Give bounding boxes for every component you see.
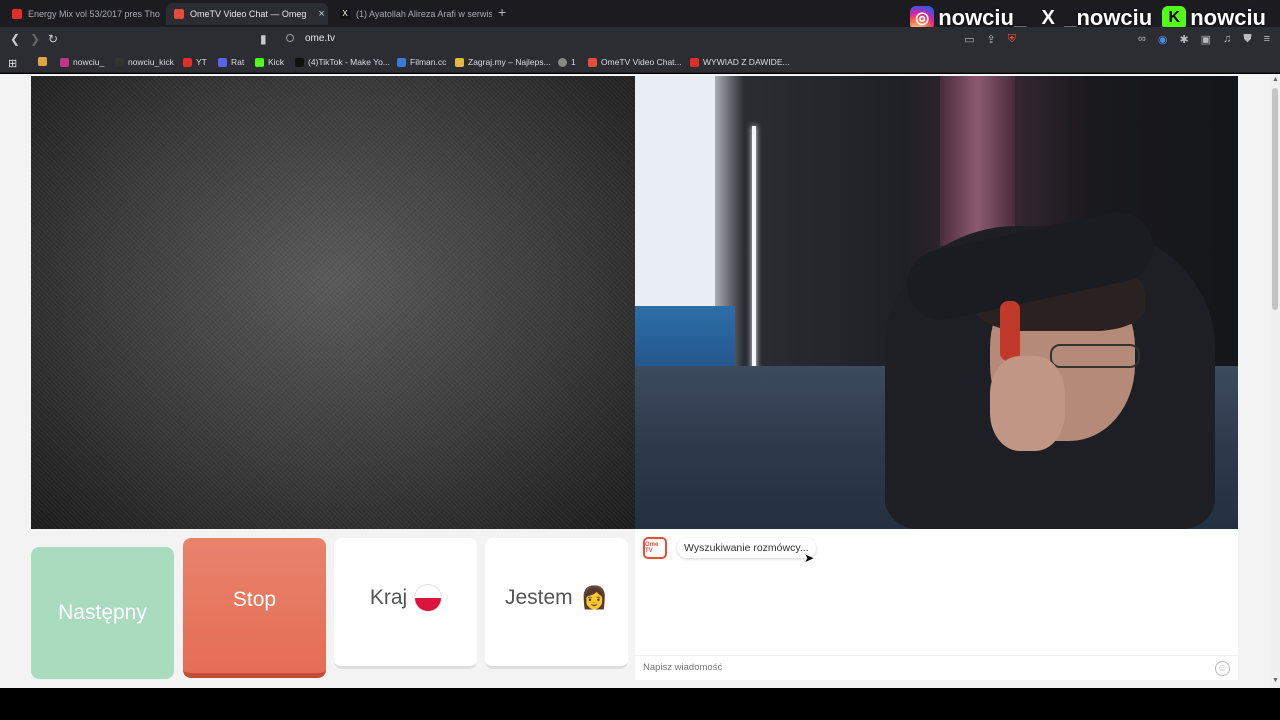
toolbar-icons: ▭ ⇪ ⛨ ∞ ◉ ✱ ▣ ♫ ⛊ ≡ [964,33,1270,46]
person-hand [990,356,1065,451]
bookmark-item[interactable]: (4)TikTok - Make Yo... [295,57,390,67]
bookmark-label: nowciu_kick [128,57,174,67]
next-label: Następny [58,601,147,624]
brave-shield-icon[interactable]: ⛨ [1008,33,1016,46]
filman-icon [397,57,406,67]
bookmark-item[interactable]: OmeTV Video Chat... [588,57,682,67]
glasses [1050,344,1140,368]
ometv-icon [588,57,597,67]
share-icon[interactable]: ⇪ [987,33,996,46]
scroll-up-icon[interactable]: ▲ [1272,76,1279,83]
country-button[interactable]: Kraj [334,538,477,669]
bookmark-item[interactable]: YT [183,57,207,67]
instagram-icon [60,57,69,67]
gender-label: Jestem [504,586,573,609]
scroll-thumb[interactable] [1272,88,1278,310]
status-message: Wyszukiwanie rozmówcy... [677,538,816,558]
tab-energy-mix[interactable]: Energy Mix vol 53/2017 pres Tho [4,3,164,25]
folder-icon [38,57,47,66]
new-tab-button[interactable]: + [498,4,506,20]
bookmark-item[interactable]: Kick [255,57,284,67]
bookmark-item[interactable]: 1 [558,57,576,67]
self-camera-video [635,76,1238,529]
vpn-icon[interactable]: ∞ [1138,33,1146,46]
apps-grid-icon[interactable]: ⊞ [8,57,17,70]
message-input[interactable] [643,662,1183,673]
rat-icon [218,57,227,67]
chat-input-bar: ☺ [635,655,1238,680]
youtube-icon [12,9,22,19]
bookmark-icon[interactable]: ▮ [260,32,267,46]
back-icon[interactable]: ❮ [10,32,20,46]
bookmark-item[interactable]: nowciu_ [60,57,104,67]
stop-button[interactable]: Stop [183,538,326,678]
tab-ometv[interactable]: OmeTV Video Chat — Omeg × [166,3,328,25]
sidebar-icon[interactable]: ▣ [1201,33,1211,46]
x-icon: X [340,9,350,19]
tab-bar: Energy Mix vol 53/2017 pres Tho OmeTV Vi… [0,0,1280,30]
next-button[interactable]: Następny [31,547,174,679]
youtube-icon [183,57,192,67]
poland-flag-icon [415,585,442,611]
menu-icon[interactable]: ≡ [1264,33,1270,46]
youtube-icon [690,57,699,67]
bottom-letterbox [0,688,1280,720]
emoji-picker-icon[interactable]: ☺ [1215,661,1230,676]
scroll-down-icon[interactable]: ▼ [1272,677,1279,684]
curtain [940,76,1015,246]
bookmark-label: (4)TikTok - Make Yo... [308,57,390,67]
tab-label: Energy Mix vol 53/2017 pres Tho [28,9,160,19]
bookmark-folder[interactable] [38,57,47,66]
woman-emoji-icon: 👩 [580,585,609,610]
bookmark-item[interactable]: Rat [218,57,244,67]
bookmark-label: OmeTV Video Chat... [601,57,682,67]
headset [1000,301,1020,361]
bookmark-item[interactable]: Zagraj.my – Najleps... [455,57,551,67]
bookmark-label: nowciu_ [73,57,105,67]
bookmark-label: YT [196,57,207,67]
media-icon[interactable]: ♫ [1223,33,1231,46]
stop-label: Stop [232,587,277,611]
globe-icon [558,57,567,67]
chat-panel: Ome TV Wyszukiwanie rozmówcy... ➤ ☺ [635,529,1238,680]
zagraj-icon [455,57,464,67]
tab-label: OmeTV Video Chat — Omeg [190,9,307,19]
reload-icon[interactable]: ↻ [48,32,58,46]
ometv-logo-icon: Ome TV [643,537,667,559]
extensions-icon[interactable]: ✱ [1179,33,1188,46]
ometv-icon [174,9,184,19]
kick-icon [255,57,264,67]
forward-icon[interactable]: ❯ [30,32,40,46]
bookmark-label: Filman.cc [410,57,447,67]
shield-icon[interactable]: ⛊ [1243,33,1251,46]
partner-video [31,76,635,529]
site-info-icon[interactable] [286,34,294,42]
country-label: Kraj [369,586,408,609]
bookmark-label: 1 [571,57,576,67]
tiktok-icon [295,57,304,67]
bookmarks-bar: ⊞ nowciu_ nowciu_kick YT Rat Kick (4)Tik… [0,53,1280,73]
room-window [635,76,715,336]
x-icon [115,57,124,67]
bookmark-item[interactable]: WYWIAD Z DAWIDE... [690,57,790,67]
bookmark-label: WYWIAD Z DAWIDE... [703,57,790,67]
mouse-cursor-icon: ➤ [804,551,815,565]
bookmark-item[interactable]: Filman.cc [397,57,446,67]
bookmark-item[interactable]: nowciu_kick [115,57,174,67]
address-bar: ❮ ❯ ↻ ▮ ome.tv ▭ ⇪ ⛨ ∞ ◉ ✱ ▣ ♫ ⛊ ≡ [0,27,1280,53]
close-tab-icon[interactable]: × [318,8,324,20]
wallet-icon[interactable]: ◉ [1158,33,1168,46]
tab-x-post[interactable]: X (1) Ayatollah Alireza Arafi w serwisie [332,3,492,25]
gender-button[interactable]: Jestem 👩 [485,538,628,669]
page-scrollbar[interactable]: ▲ ▼ [1270,74,1280,688]
tab-label: (1) Ayatollah Alireza Arafi w serwisie [356,9,492,19]
url-text[interactable]: ome.tv [305,33,335,44]
cast-icon[interactable]: ▭ [964,33,974,46]
bookmark-label: Zagraj.my – Najleps... [468,57,551,67]
bookmark-label: Rat [231,57,245,67]
bookmark-label: Kick [268,57,285,67]
